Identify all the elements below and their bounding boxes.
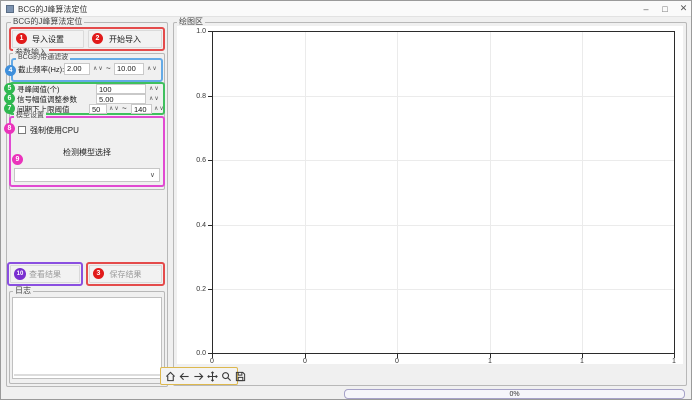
log-scrollbar[interactable] — [14, 374, 160, 376]
gridline-h — [213, 96, 674, 97]
back-icon[interactable] — [179, 371, 190, 382]
bandpass-group-label: BCG的带通滤波 — [16, 54, 70, 62]
log-textarea[interactable] — [12, 297, 162, 379]
badge-1: 1 — [16, 33, 27, 44]
interval-high-spinbox[interactable]: 140 — [131, 104, 152, 114]
x-tick-label: 1 — [480, 358, 500, 365]
home-icon[interactable] — [165, 371, 176, 382]
y-tickmark — [208, 289, 212, 290]
import-settings-label: 导入设置 — [32, 34, 64, 45]
cutoff-low-spin-arrows[interactable]: ∧∨ — [93, 66, 104, 72]
cutoff-label: 截止频率(Hz): — [18, 66, 64, 74]
cutoff-high-spinbox[interactable]: 10.00 — [114, 63, 144, 75]
left-panel-group-label: BCG的J峰算法定位 — [11, 18, 84, 26]
interval-tilde: ~ — [122, 105, 127, 113]
y-tick-label: 0.2 — [188, 286, 206, 293]
amplitude-param-label: 信号幅值调整参数 — [17, 96, 77, 104]
close-button[interactable]: ✕ — [675, 1, 692, 16]
model-select-label: 检测模型选择 — [9, 149, 165, 157]
interval-high-spin-arrows[interactable]: ∧∨ — [154, 106, 165, 112]
badge-3: 3 — [93, 268, 104, 279]
amplitude-param-spinbox[interactable]: 5.00 — [96, 94, 146, 104]
y-tick-label: 0.6 — [188, 157, 206, 164]
interval-low-spinbox[interactable]: 50 — [89, 104, 107, 114]
x-tick-label: 0 — [295, 358, 315, 365]
minimize-button[interactable]: – — [637, 1, 655, 16]
badge-7: 7 — [4, 103, 15, 114]
badge-8: 8 — [4, 123, 15, 134]
app-icon — [6, 5, 14, 13]
app-window: BCG的J峰算法定位 – □ ✕ BCG的J峰算法定位 导入设置 1 开始导入 … — [0, 0, 692, 400]
badge-10: 10 — [14, 268, 26, 280]
x-tick-label: 0 — [387, 358, 407, 365]
badge-4: 4 — [5, 65, 16, 76]
model-group-label: 模型设置 — [14, 112, 46, 120]
amplitude-param-spin-arrows[interactable]: ∧∨ — [149, 96, 160, 102]
gridline-h — [213, 160, 674, 161]
y-tick-label: 0.4 — [188, 222, 206, 229]
peak-threshold-label: 寻峰阈值(个) — [17, 86, 60, 94]
save-results-label: 保存结果 — [110, 269, 142, 280]
pan-icon[interactable] — [207, 371, 218, 382]
window-title: BCG的J峰算法定位 — [18, 4, 87, 15]
zoom-icon[interactable] — [221, 371, 232, 382]
badge-9: 9 — [12, 154, 23, 165]
combo-arrow-icon: ∨ — [150, 172, 155, 179]
x-tick-label: 1 — [572, 358, 592, 365]
start-import-label: 开始导入 — [109, 34, 141, 45]
progress-text: 0% — [509, 391, 519, 398]
y-tickmark — [208, 225, 212, 226]
x-tick-label: 0 — [202, 358, 222, 365]
force-cpu-checkbox[interactable] — [18, 126, 26, 134]
maximize-button[interactable]: □ — [656, 1, 674, 16]
model-select-combobox[interactable]: ∨ — [14, 168, 160, 182]
forward-icon[interactable] — [193, 371, 204, 382]
y-tickmark — [208, 96, 212, 97]
cutoff-low-spinbox[interactable]: 2.00 — [64, 63, 90, 75]
y-tickmark — [208, 160, 212, 161]
gridline-v — [490, 32, 491, 353]
progress-bar: 0% — [344, 389, 685, 399]
peak-threshold-spin-arrows[interactable]: ∧∨ — [149, 86, 160, 92]
y-tick-label: 0.8 — [188, 93, 206, 100]
interval-low-spin-arrows[interactable]: ∧∨ — [109, 106, 120, 112]
gridline-v — [305, 32, 306, 353]
plot-toolbar — [160, 367, 238, 385]
y-tick-label: 0.0 — [188, 350, 206, 357]
gridline-v — [397, 32, 398, 353]
gridline-h — [213, 289, 674, 290]
force-cpu-label: 强制使用CPU — [30, 127, 79, 135]
save-icon[interactable] — [235, 371, 246, 382]
view-results-label: 查看结果 — [29, 269, 61, 280]
cutoff-high-spin-arrows[interactable]: ∧∨ — [147, 66, 158, 72]
plot-axes[interactable] — [212, 31, 675, 354]
gridline-v — [582, 32, 583, 353]
badge-2: 2 — [92, 33, 103, 44]
plot-panel-group-label: 绘图区 — [177, 18, 205, 26]
cutoff-tilde: ~ — [106, 65, 111, 73]
x-tick-label: 1 — [664, 358, 684, 365]
y-tick-label: 1.0 — [188, 28, 206, 35]
peak-threshold-spinbox[interactable]: 100 — [96, 84, 146, 94]
log-group-label: 日志 — [13, 287, 33, 295]
title-bar: BCG的J峰算法定位 – □ ✕ — [1, 1, 692, 17]
y-tickmark — [208, 31, 212, 32]
gridline-h — [213, 225, 674, 226]
